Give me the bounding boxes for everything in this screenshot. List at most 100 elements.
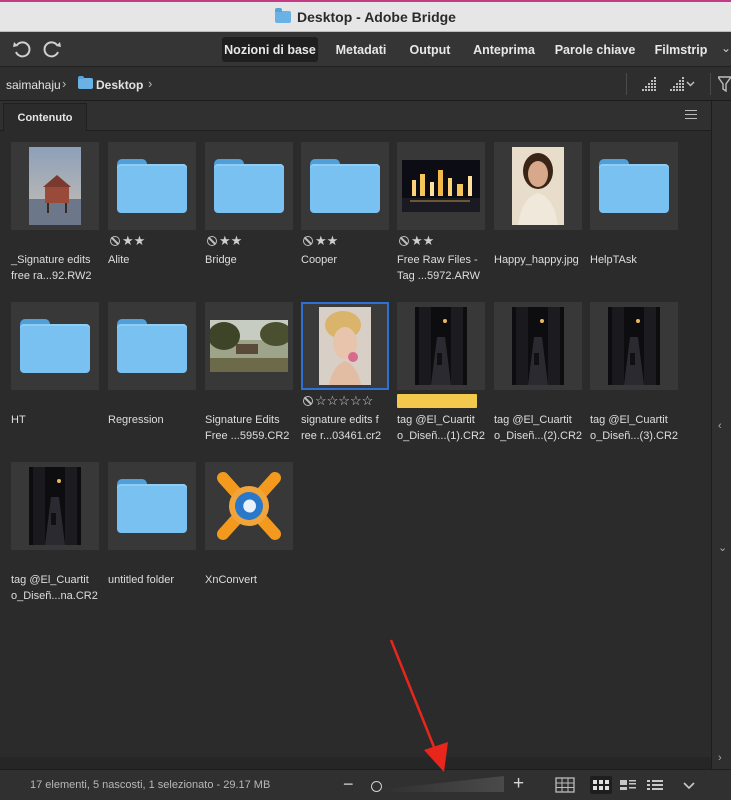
folder-icon: [310, 159, 380, 213]
folder-icon: [117, 319, 187, 373]
rotate-right-icon[interactable]: [40, 38, 64, 60]
workspace-anteprima[interactable]: Anteprima: [468, 37, 540, 62]
item-regression-folder[interactable]: Regression: [106, 302, 198, 452]
breadcrumb-desktop[interactable]: Desktop: [96, 78, 143, 92]
item-tag-cuartito-na[interactable]: tag @El_Cuartit o_Diseñ...na.CR2: [9, 462, 101, 612]
rating[interactable]: ★★: [399, 234, 434, 248]
right-panel-edge[interactable]: [711, 101, 731, 769]
thumbnail[interactable]: [397, 302, 485, 390]
item-ht-folder[interactable]: HT: [9, 302, 101, 452]
chevron-right-icon[interactable]: ›: [148, 76, 152, 91]
workspace-nozioni-di-base[interactable]: Nozioni di base: [222, 37, 318, 62]
workspace-filmstrip[interactable]: Filmstrip: [650, 37, 712, 62]
tab-contenuto[interactable]: Contenuto: [3, 103, 87, 131]
item-xnconvert-app[interactable]: XnConvert: [203, 462, 295, 612]
reject-icon: [303, 236, 313, 246]
thumbnail[interactable]: [590, 302, 678, 390]
rating[interactable]: ★★: [110, 234, 145, 248]
rotate-left-icon[interactable]: [10, 38, 34, 60]
house-photo-image: [29, 147, 81, 225]
chevron-down-icon[interactable]: ⌄: [721, 41, 731, 55]
thumbnail[interactable]: [205, 462, 293, 550]
divider: [626, 73, 627, 95]
item-free-raw-files[interactable]: ★★ Free Raw Files - Tag ...5972.ARW: [395, 142, 487, 292]
workspace-parole-chiave[interactable]: Parole chiave: [552, 37, 638, 62]
thumbnail[interactable]: [494, 142, 582, 230]
item-name: tag @El_Cuartit o_Diseñ...(1).CR2: [397, 414, 486, 442]
portrait-image: [512, 147, 564, 225]
thumbnail[interactable]: [590, 142, 678, 230]
item-name: signature edits f ree r...03461.cr2: [301, 414, 382, 442]
rating[interactable]: ★★: [207, 234, 242, 248]
item-name: Free Raw Files - Tag ...5972.ARW: [397, 254, 480, 282]
thumbnail[interactable]: [397, 142, 485, 230]
folder-icon: [78, 76, 93, 89]
workspace-metadati[interactable]: Metadati: [330, 37, 392, 62]
item-helptask-folder[interactable]: HelpTAsk: [588, 142, 680, 292]
item-signature-edits-cr2-selected[interactable]: ☆☆☆☆☆ signature edits f ree r...03461.cr…: [299, 302, 391, 452]
panel-tabbar: Contenuto: [0, 101, 711, 131]
filter-icon[interactable]: [716, 76, 731, 97]
item-signature-edits-rw2[interactable]: _Signature edits free ra...92.RW2: [9, 142, 101, 292]
item-name: Cooper: [301, 254, 338, 266]
thumbnail[interactable]: [301, 142, 389, 230]
item-happy-happy-jpg[interactable]: Happy_happy.jpg: [492, 142, 584, 292]
xnconvert-app-icon: [217, 472, 281, 540]
workspace-output[interactable]: Output: [404, 37, 456, 62]
rating[interactable]: ★★: [303, 234, 338, 248]
chevron-left-icon[interactable]: ‹: [718, 420, 722, 432]
thumbnail-quality-menu-icon[interactable]: [668, 75, 696, 98]
panel-menu-icon[interactable]: [685, 110, 697, 119]
thumbnail[interactable]: [11, 142, 99, 230]
thumbnail[interactable]: [205, 142, 293, 230]
reject-icon: [303, 396, 313, 406]
grid-lock-icon[interactable]: [554, 776, 576, 794]
thumbnail[interactable]: [205, 302, 293, 390]
thumbnail[interactable]: [11, 462, 99, 550]
thumbnail[interactable]: [108, 142, 196, 230]
item-tag-cuartito-1[interactable]: tag @El_Cuartit o_Diseñ...(1).CR2: [395, 302, 487, 452]
breadcrumb-user[interactable]: saimahaju: [6, 78, 61, 92]
horizontal-scrollbar[interactable]: [0, 757, 711, 769]
folder-icon: [20, 319, 90, 373]
zoom-in-icon[interactable]: +: [513, 773, 524, 795]
item-bridge-folder[interactable]: ★★ Bridge: [203, 142, 295, 292]
thumbnail[interactable]: [494, 302, 582, 390]
item-untitled-folder[interactable]: untitled folder: [106, 462, 198, 612]
chevron-right-icon[interactable]: ›: [718, 752, 722, 764]
item-name: Alite: [108, 254, 130, 266]
path-bar: saimahaju › Desktop ›: [0, 67, 731, 101]
view-details-icon[interactable]: [617, 776, 639, 794]
item-cooper-folder[interactable]: ★★ Cooper: [299, 142, 391, 292]
thumbnail[interactable]: [108, 302, 196, 390]
window-title: Desktop - Adobe Bridge: [297, 8, 456, 25]
thumbnail-size-slider[interactable]: [380, 776, 504, 792]
item-name: _Signature edits free ra...92.RW2: [11, 254, 92, 282]
chevron-down-icon[interactable]: ⌄: [718, 541, 727, 554]
zoom-out-icon[interactable]: −: [343, 774, 354, 795]
quality-icon[interactable]: [640, 75, 658, 98]
toolbar: Nozioni di base Metadati Output Anteprim…: [0, 32, 731, 67]
slider-handle[interactable]: [371, 781, 382, 792]
chevron-right-icon: ›: [62, 76, 67, 91]
item-alite-folder[interactable]: ★★ Alite: [106, 142, 198, 292]
item-name: HelpTAsk: [590, 254, 637, 266]
item-tag-cuartito-2[interactable]: tag @El_Cuartit o_Diseñ...(2).CR2: [492, 302, 584, 452]
thumbnail[interactable]: [108, 462, 196, 550]
item-name: Signature Edits Free ...5959.CR2: [205, 414, 290, 442]
item-signature-edits-cr2[interactable]: Signature Edits Free ...5959.CR2: [203, 302, 295, 452]
landscape-image: [210, 320, 288, 372]
thumbnail[interactable]: [11, 302, 99, 390]
view-list-icon[interactable]: [644, 776, 666, 794]
folder-icon: [117, 159, 187, 213]
item-name: HT: [11, 414, 26, 426]
thumbnail[interactable]: [301, 302, 389, 390]
rating[interactable]: ☆☆☆☆☆: [303, 394, 373, 408]
item-name: tag @El_Cuartit o_Diseñ...(2).CR2: [494, 414, 583, 442]
item-name: tag @El_Cuartit o_Diseñ...na.CR2: [11, 574, 98, 602]
alley-image: [29, 467, 81, 545]
view-thumbnails-icon[interactable]: [590, 776, 612, 794]
item-tag-cuartito-3[interactable]: tag @El_Cuartit o_Diseñ...(3).CR2: [588, 302, 680, 452]
beauty-portrait-image: [319, 307, 371, 385]
chevron-down-icon[interactable]: [678, 776, 700, 794]
